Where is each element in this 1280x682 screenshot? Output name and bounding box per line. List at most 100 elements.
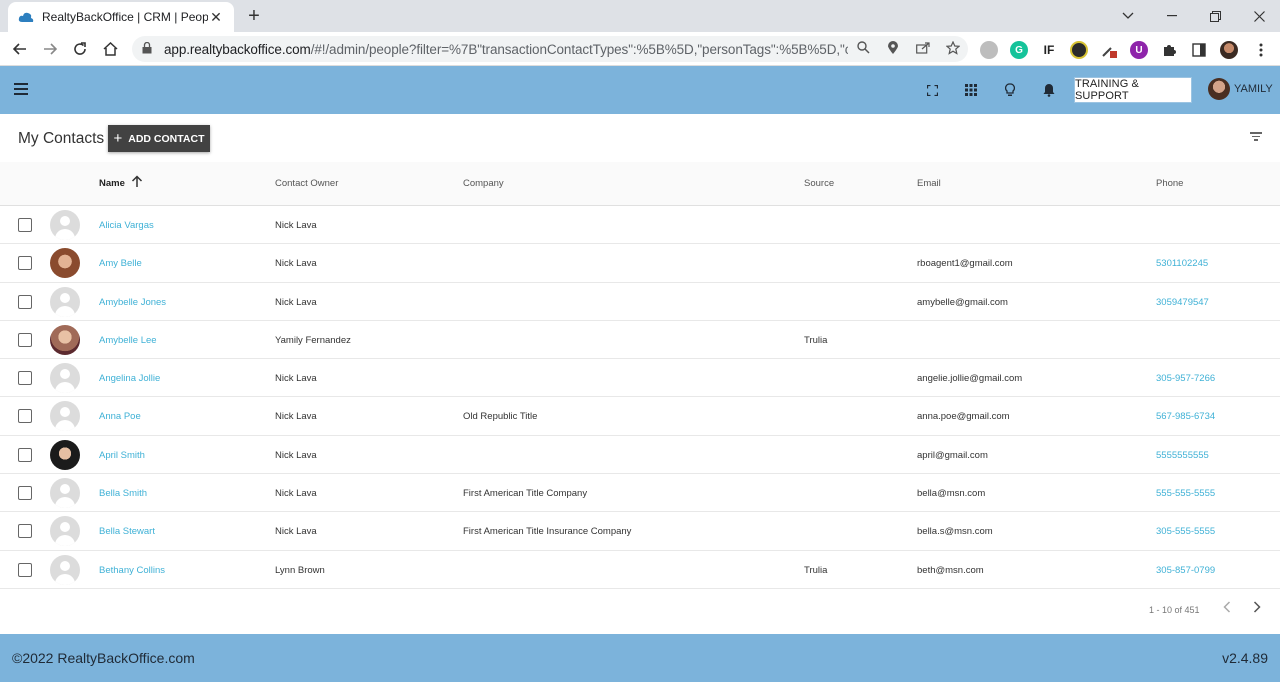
contact-name-link[interactable]: Amy Belle xyxy=(99,258,142,269)
avatar xyxy=(50,248,80,279)
row-checkbox[interactable] xyxy=(18,294,32,309)
table-row[interactable]: Amy Belle Nick Lava rboagent1@gmail.com … xyxy=(0,244,1280,283)
contacts-table: Name Contact Owner Company Source Email … xyxy=(0,162,1280,589)
contact-name-link[interactable]: April Smith xyxy=(99,450,145,461)
contact-phone-link[interactable]: 567-985-6734 xyxy=(1156,411,1215,422)
table-row[interactable]: Alicia Vargas Nick Lava xyxy=(0,206,1280,245)
tab-title: RealtyBackOffice | CRM | People xyxy=(42,10,208,24)
table-row[interactable]: Amybelle Jones Nick Lava amybelle@gmail.… xyxy=(0,283,1280,321)
chevron-left-icon[interactable] xyxy=(1223,600,1231,618)
bookmark-star-icon[interactable] xyxy=(938,40,968,58)
table-header: Name Contact Owner Company Source Email … xyxy=(0,162,1280,206)
filter-icon[interactable] xyxy=(1250,132,1262,142)
contact-name-link[interactable]: Alicia Vargas xyxy=(99,220,154,231)
row-checkbox[interactable] xyxy=(18,562,32,577)
close-tab-icon[interactable]: ✕ xyxy=(208,9,224,26)
zoom-icon[interactable] xyxy=(848,41,878,57)
contact-phone-link[interactable]: 305-555-5555 xyxy=(1156,526,1215,537)
notification-bell-icon[interactable] xyxy=(1039,80,1059,100)
extension-text-icon[interactable]: IF xyxy=(1040,41,1058,59)
extension-purple-icon[interactable]: U xyxy=(1130,41,1148,59)
contact-owner: Yamily Fernandez xyxy=(275,334,351,346)
profile-avatar-icon[interactable] xyxy=(1220,41,1238,59)
add-contact-label: ADD CONTACT xyxy=(128,132,205,145)
row-checkbox[interactable] xyxy=(18,218,32,232)
contact-name-link[interactable]: Bella Smith xyxy=(99,488,147,499)
column-header-name[interactable]: Name xyxy=(99,178,125,189)
contact-name-link[interactable]: Bethany Collins xyxy=(99,565,165,576)
contact-email: amybelle@gmail.com xyxy=(917,296,1008,308)
row-checkbox[interactable] xyxy=(18,409,32,424)
contact-phone-link[interactable]: 555-555-5555 xyxy=(1156,488,1215,499)
row-checkbox[interactable] xyxy=(18,332,32,347)
table-row[interactable]: April Smith Nick Lava april@gmail.com 55… xyxy=(0,436,1280,475)
contact-owner: Nick Lava xyxy=(275,526,317,538)
close-window-icon[interactable] xyxy=(1237,0,1280,32)
grammarly-icon[interactable]: G xyxy=(1010,41,1028,59)
contact-source: Trulia xyxy=(804,564,828,576)
table-row[interactable]: Amybelle Lee Yamily Fernandez Trulia xyxy=(0,321,1280,360)
contact-name-link[interactable]: Angelina Jollie xyxy=(99,373,160,384)
chevron-down-icon[interactable] xyxy=(1106,0,1150,32)
minimize-icon[interactable] xyxy=(1150,0,1194,32)
row-checkbox[interactable] xyxy=(18,371,32,386)
table-row[interactable]: Angelina Jollie Nick Lava angelie.jollie… xyxy=(0,359,1280,398)
contact-email: april@gmail.com xyxy=(917,449,988,461)
browser-tab[interactable]: RealtyBackOffice | CRM | People ✕ xyxy=(8,2,234,32)
forward-icon[interactable] xyxy=(38,37,62,61)
apps-grid-icon[interactable] xyxy=(961,80,981,100)
column-header-phone[interactable]: Phone xyxy=(1156,178,1183,189)
avatar xyxy=(50,516,80,547)
restore-icon[interactable] xyxy=(1193,0,1237,32)
page-title: My Contacts xyxy=(18,130,105,147)
reload-icon[interactable] xyxy=(68,37,92,61)
contact-name-link[interactable]: Bella Stewart xyxy=(99,526,155,537)
extension-gray-icon[interactable] xyxy=(980,41,998,59)
fullscreen-icon[interactable] xyxy=(922,80,942,100)
contact-name-link[interactable]: Anna Poe xyxy=(99,411,141,422)
lightbulb-icon[interactable] xyxy=(1000,80,1020,100)
puzzle-icon[interactable] xyxy=(1160,41,1178,59)
app-header: TRAINING & SUPPORT YAMILY xyxy=(0,66,1280,114)
more-vert-icon[interactable] xyxy=(1252,41,1270,59)
contact-phone-link[interactable]: 3059479547 xyxy=(1156,297,1209,308)
training-support-button[interactable]: TRAINING & SUPPORT xyxy=(1074,77,1192,103)
user-name: YAMILY xyxy=(1234,83,1273,95)
sort-ascending-icon[interactable] xyxy=(131,175,143,191)
share-icon[interactable] xyxy=(908,41,938,57)
new-tab-button[interactable]: + xyxy=(244,5,264,27)
sidebar-panel-icon[interactable] xyxy=(1190,41,1208,59)
row-checkbox[interactable] xyxy=(18,524,32,539)
extension-ball-icon[interactable] xyxy=(1070,41,1088,59)
location-icon[interactable] xyxy=(878,40,908,58)
lock-icon xyxy=(142,41,156,57)
row-checkbox[interactable] xyxy=(18,447,32,462)
table-row[interactable]: Bella Stewart Nick Lava First American T… xyxy=(0,512,1280,551)
user-menu[interactable]: YAMILY xyxy=(1208,78,1273,100)
contact-phone-link[interactable]: 5555555555 xyxy=(1156,450,1209,461)
table-row[interactable]: Bethany Collins Lynn Brown Trulia beth@m… xyxy=(0,551,1280,589)
address-bar[interactable]: app.realtybackoffice.com/#!/admin/people… xyxy=(132,36,968,62)
contact-owner: Nick Lava xyxy=(275,220,317,231)
contact-name-link[interactable]: Amybelle Lee xyxy=(99,335,157,346)
home-icon[interactable] xyxy=(98,37,122,61)
contact-phone-link[interactable]: 305-857-0799 xyxy=(1156,565,1215,576)
contact-email: bella@msn.com xyxy=(917,488,986,500)
row-checkbox[interactable] xyxy=(18,256,32,271)
column-header-email[interactable]: Email xyxy=(917,178,941,189)
contact-phone-link[interactable]: 5301102245 xyxy=(1156,258,1208,269)
eyedropper-icon[interactable] xyxy=(1100,41,1118,59)
chevron-right-icon[interactable] xyxy=(1253,600,1261,618)
back-icon[interactable] xyxy=(8,37,32,61)
column-header-source[interactable]: Source xyxy=(804,178,834,189)
menu-icon[interactable] xyxy=(14,83,28,95)
table-row[interactable]: Bella Smith Nick Lava First American Tit… xyxy=(0,474,1280,513)
table-row[interactable]: Anna Poe Nick Lava Old Republic Title an… xyxy=(0,397,1280,436)
contact-name-link[interactable]: Amybelle Jones xyxy=(99,297,166,308)
add-contact-button[interactable]: + ADD CONTACT xyxy=(108,125,210,152)
row-checkbox[interactable] xyxy=(18,486,32,501)
column-header-company[interactable]: Company xyxy=(463,178,504,189)
column-header-owner[interactable]: Contact Owner xyxy=(275,178,338,189)
contact-source: Trulia xyxy=(804,334,828,346)
contact-phone-link[interactable]: 305-957-7266 xyxy=(1156,373,1215,384)
